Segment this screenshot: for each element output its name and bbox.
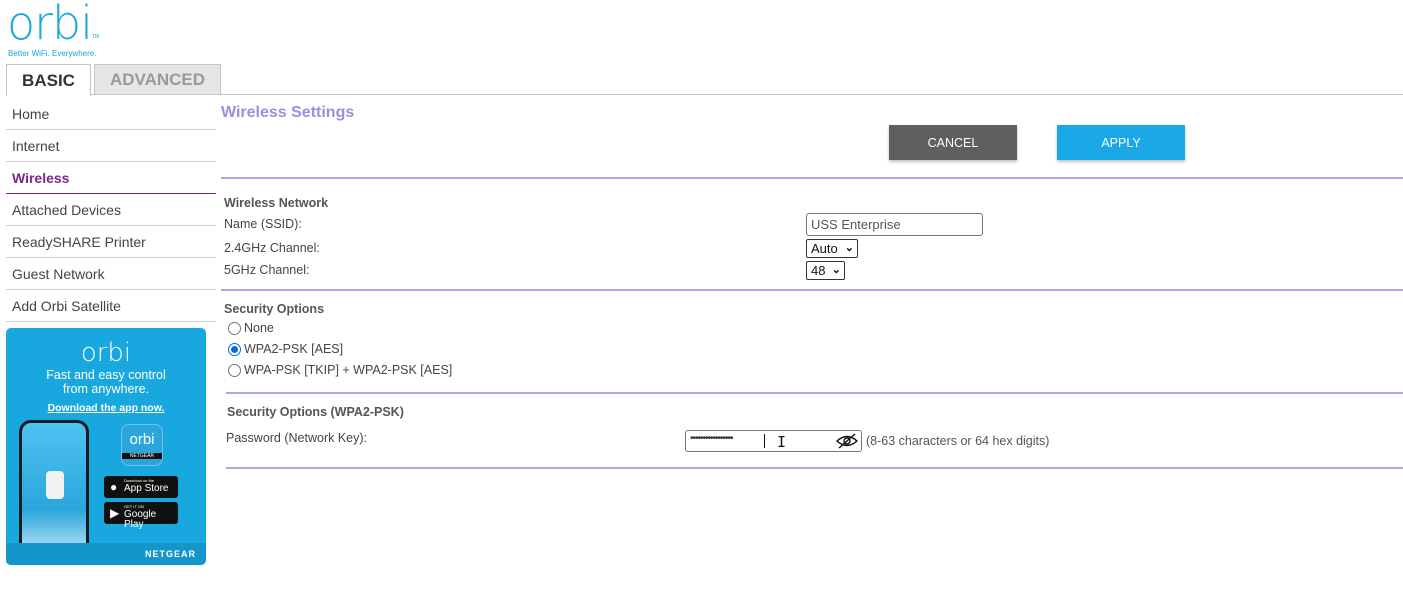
app-store-text: App Store: [124, 483, 169, 494]
google-play-badge[interactable]: ▶ GET IT ON Google Play: [104, 502, 178, 530]
google-play-icon: ▶: [110, 506, 120, 520]
logo-text: orbi: [7, 0, 93, 50]
chevron-down-icon: ⌄: [831, 264, 841, 276]
orbi-logo: orbi TM Better WiFi. Everywhere.: [7, 0, 99, 58]
promo-tagline-line2: from anywhere.: [62, 382, 150, 396]
password-input[interactable]: ••••••••••••••••• I: [685, 430, 862, 452]
password-label: Password (Network Key):: [226, 431, 368, 445]
logo-tm: TM: [92, 34, 100, 40]
ibeam-cursor-icon: I: [777, 433, 787, 451]
promo-netgear-brand: NETGEAR: [144, 549, 196, 559]
orbi-app-icon: orbi NETGEAR: [121, 424, 163, 466]
wpa2-psk-title: Security Options (WPA2-PSK): [227, 405, 404, 419]
security-option-wpa2[interactable]: WPA2-PSK [AES]: [228, 342, 343, 356]
sidebar-item-add-orbi-satellite[interactable]: Add Orbi Satellite: [6, 290, 216, 322]
channel-5-select[interactable]: 48 ⌄: [806, 261, 845, 280]
cancel-button[interactable]: CANCEL: [889, 125, 1017, 160]
security-option-label: None: [244, 321, 274, 335]
app-store-badge[interactable]: ● Download on the App Store: [104, 476, 178, 498]
show-password-eye-icon[interactable]: [836, 433, 858, 449]
apple-icon: ●: [110, 480, 118, 494]
radio-wpa-wpa2-psk[interactable]: [228, 363, 241, 377]
logo-tagline: Better WiFi. Everywhere.: [8, 49, 97, 58]
channel-24-value: Auto: [811, 241, 838, 256]
tab-basic[interactable]: BASIC: [6, 64, 91, 96]
radio-none[interactable]: [228, 321, 241, 335]
tab-advanced[interactable]: ADVANCED: [94, 64, 221, 95]
security-options-title: Security Options: [224, 302, 325, 316]
download-app-link[interactable]: Download the app now.: [6, 402, 206, 414]
text-caret: [764, 434, 765, 448]
app-tile-label: orbi: [129, 431, 155, 448]
section-divider: [221, 289, 1403, 291]
radio-wpa2-psk[interactable]: [228, 342, 241, 356]
chevron-down-icon: ⌄: [844, 242, 854, 254]
sidebar-item-readyshare-printer[interactable]: ReadySHARE Printer: [6, 226, 216, 258]
sidebar-item-wireless[interactable]: Wireless: [6, 162, 216, 194]
promo-tagline-line1: Fast and easy control: [46, 368, 166, 382]
app-tile-brand: NETGEAR: [122, 453, 162, 459]
section-divider: [221, 177, 1403, 179]
wireless-network-title: Wireless Network: [224, 196, 329, 210]
ssid-label: Name (SSID):: [224, 217, 302, 231]
tabs-divider: [6, 94, 1403, 95]
sidebar-item-guest-network[interactable]: Guest Network: [6, 258, 216, 290]
sidebar-nav: Home Internet Wireless Attached Devices …: [6, 98, 216, 322]
security-option-none[interactable]: None: [228, 321, 274, 335]
orbi-app-promo[interactable]: orbi Fast and easy control from anywhere…: [6, 328, 206, 565]
promo-logo: orbi: [80, 338, 132, 368]
channel-5-value: 48: [811, 263, 826, 278]
ssid-input[interactable]: [806, 213, 983, 236]
password-mask: •••••••••••••••••: [690, 433, 734, 444]
security-option-label: WPA-PSK [TKIP] + WPA2-PSK [AES]: [244, 363, 453, 377]
security-option-label: WPA2-PSK [AES]: [244, 342, 344, 356]
channel-5-label: 5GHz Channel:: [224, 263, 310, 277]
promo-tagline: Fast and easy control from anywhere.: [6, 368, 206, 396]
channel-24-label: 2.4GHz Channel:: [224, 241, 320, 255]
sidebar-item-internet[interactable]: Internet: [6, 130, 216, 162]
orbi-device-image: [46, 471, 64, 499]
section-divider: [226, 392, 1403, 394]
apply-button[interactable]: APPLY: [1057, 125, 1185, 160]
page-title: Wireless Settings: [221, 104, 355, 121]
section-divider: [226, 467, 1403, 469]
sidebar-item-attached-devices[interactable]: Attached Devices: [6, 194, 216, 226]
security-option-wpa-wpa2[interactable]: WPA-PSK [TKIP] + WPA2-PSK [AES]: [228, 363, 452, 377]
password-hint: (8-63 characters or 64 hex digits): [866, 434, 1050, 448]
google-play-text: Google Play: [124, 509, 157, 530]
channel-24-select[interactable]: Auto ⌄: [806, 239, 858, 258]
sidebar-item-home[interactable]: Home: [6, 98, 216, 130]
